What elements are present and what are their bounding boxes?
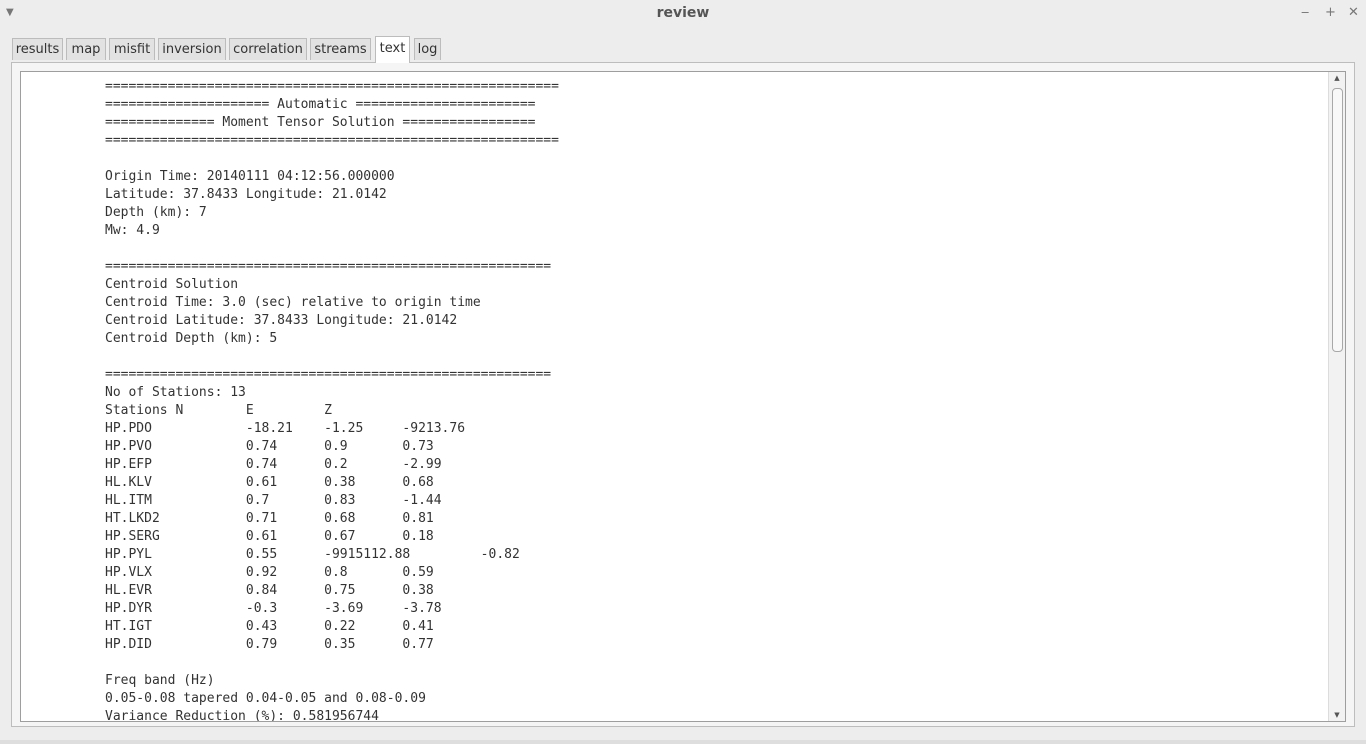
origin-latlon: Latitude: 37.8433 Longitude: 21.0142 — [105, 187, 387, 202]
station-row: HT.IGT 0.43 0.22 0.41 — [105, 619, 434, 634]
tab-results[interactable]: results — [12, 38, 63, 60]
header-automatic: ===================== Automatic ========… — [105, 97, 536, 112]
section-rule: ========================================… — [105, 259, 552, 274]
tab-streams[interactable]: streams — [310, 38, 371, 60]
minimize-icon[interactable]: ‒ — [1301, 5, 1309, 20]
centroid-title: Centroid Solution — [105, 277, 239, 292]
station-row: HL.ITM 0.7 0.83 -1.44 — [105, 493, 442, 508]
tab-text[interactable]: text — [375, 36, 410, 63]
tab-correlation[interactable]: correlation — [229, 38, 307, 60]
header-rule-bottom: ========================================… — [105, 133, 559, 148]
variance-reduction: Variance Reduction (%): 0.581956744 — [105, 709, 379, 722]
station-row: HL.KLV 0.61 0.38 0.68 — [105, 475, 434, 490]
station-row: HP.PVO 0.74 0.9 0.73 — [105, 439, 434, 454]
scroll-down-icon[interactable]: ▼ — [1329, 711, 1345, 719]
centroid-depth: Centroid Depth (km): 5 — [105, 331, 278, 346]
station-row: HP.SERG 0.61 0.67 0.18 — [105, 529, 434, 544]
station-row: HP.PDO -18.21 -1.25 -9213.76 — [105, 421, 466, 436]
tab-map[interactable]: map — [66, 38, 106, 60]
station-row: HP.DID 0.79 0.35 0.77 — [105, 637, 434, 652]
tab-misfit[interactable]: misfit — [109, 38, 155, 60]
centroid-time: Centroid Time: 3.0 (sec) relative to ori… — [105, 295, 481, 310]
stations-header: Stations N E Z — [105, 403, 332, 418]
close-icon[interactable]: ✕ — [1348, 5, 1359, 20]
centroid-latlon: Centroid Latitude: 37.8433 Longitude: 21… — [105, 313, 458, 328]
station-row: HP.DYR -0.3 -3.69 -3.78 — [105, 601, 442, 616]
freq-band-label: Freq band (Hz) — [105, 673, 215, 688]
header-rule-top: ========================================… — [105, 79, 559, 94]
header-moment-tensor: ============== Moment Tensor Solution ==… — [105, 115, 536, 130]
tab-content-pane: ========================================… — [11, 62, 1355, 727]
window-title: review — [656, 5, 710, 21]
origin-depth: Depth (km): 7 — [105, 205, 207, 220]
magnitude: Mw: 4.9 — [105, 223, 160, 238]
freq-band-value: 0.05-0.08 tapered 0.04-0.05 and 0.08-0.0… — [105, 691, 426, 706]
scrollbar-thumb[interactable] — [1332, 88, 1343, 352]
section-rule: ========================================… — [105, 367, 552, 382]
station-row: HP.EFP 0.74 0.2 -2.99 — [105, 457, 442, 472]
window-bottom-edge — [0, 740, 1366, 744]
station-row: HT.LKD2 0.71 0.68 0.81 — [105, 511, 434, 526]
station-row: HP.VLX 0.92 0.8 0.59 — [105, 565, 434, 580]
station-row: HL.EVR 0.84 0.75 0.38 — [105, 583, 434, 598]
stations-count: No of Stations: 13 — [105, 385, 246, 400]
station-row: HP.PYL 0.55 -9915112.88 -0.82 — [105, 547, 520, 562]
vertical-scrollbar[interactable]: ▲ ▼ — [1328, 72, 1345, 721]
report-text-area[interactable]: ========================================… — [20, 71, 1346, 722]
report-text: ========================================… — [105, 78, 559, 722]
tab-inversion[interactable]: inversion — [158, 38, 226, 60]
tab-log[interactable]: log — [414, 38, 441, 60]
maximize-icon[interactable]: + — [1325, 5, 1336, 20]
scroll-up-icon[interactable]: ▲ — [1329, 74, 1345, 82]
origin-time: Origin Time: 20140111 04:12:56.000000 — [105, 169, 395, 184]
window-titlebar: ▼ review ‒ + ✕ — [0, 0, 1366, 28]
